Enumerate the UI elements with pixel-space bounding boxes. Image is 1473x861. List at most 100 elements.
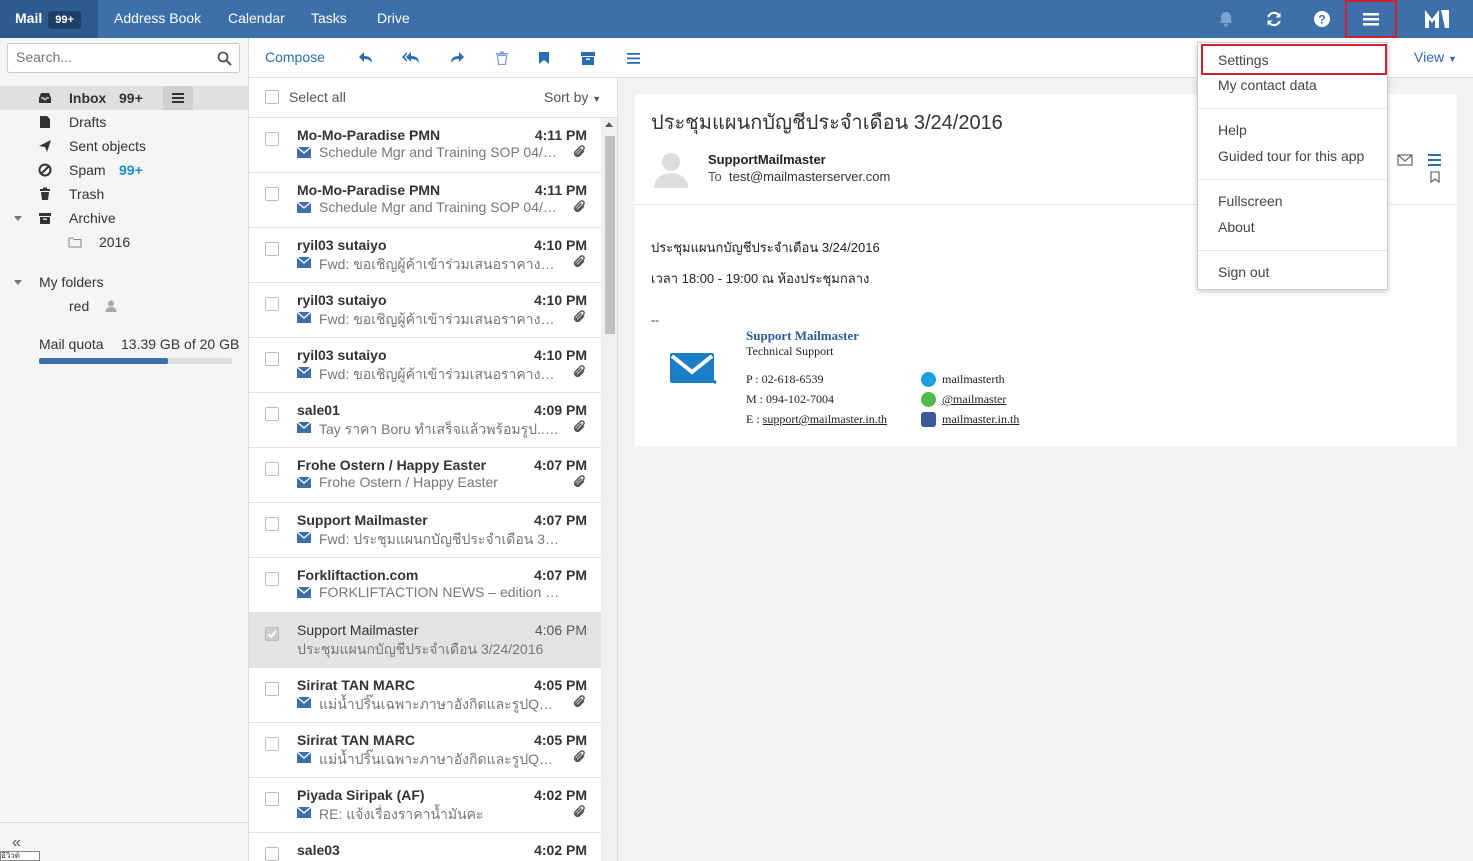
- folder-label: Trash: [69, 186, 105, 202]
- message-row[interactable]: sale03 4:02 PM: [249, 833, 601, 861]
- list-icon[interactable]: [1428, 154, 1441, 166]
- my-folders-section[interactable]: My folders: [0, 270, 248, 294]
- folder-sent[interactable]: Sent objects: [0, 134, 248, 158]
- message-row[interactable]: Mo-Mo-Paradise PMN 4:11 PM Schedule Mgr an…: [249, 173, 601, 228]
- inbox-options-button[interactable]: [163, 86, 193, 110]
- signature-email-row: E : support@mailmaster.in.th: [746, 412, 887, 427]
- message-checkbox[interactable]: [265, 682, 279, 696]
- search-input[interactable]: [16, 49, 211, 65]
- message-checkbox[interactable]: [265, 407, 279, 421]
- compose-button[interactable]: Compose: [265, 49, 325, 65]
- message-subject: Fwd: ประชุมแผนกบัญชีประจำเดือน 3/24/2016: [319, 531, 561, 547]
- message-checkbox[interactable]: [265, 847, 279, 861]
- folder-inbox[interactable]: Inbox 99+: [0, 86, 248, 110]
- list-scrollbar[interactable]: [601, 118, 617, 861]
- mail-subject: ประชุมแผนกบัญชีประจำเดือน 3/24/2016: [651, 112, 1003, 134]
- folder-archive[interactable]: Archive: [0, 206, 248, 230]
- menu-item-about[interactable]: About: [1218, 219, 1255, 235]
- signature-line[interactable]: @mailmaster: [942, 392, 1006, 407]
- delete-button[interactable]: [492, 48, 512, 68]
- menu-item-guided-tour[interactable]: Guided tour for this app: [1218, 148, 1364, 164]
- message-checkbox[interactable]: [265, 572, 279, 586]
- folder-2016[interactable]: 2016: [0, 230, 248, 254]
- menu-divider: [1198, 179, 1387, 180]
- app-address-book[interactable]: Address Book: [114, 0, 201, 38]
- message-checkbox[interactable]: [265, 792, 279, 806]
- help-button[interactable]: ?: [1305, 0, 1339, 38]
- search-box[interactable]: [7, 43, 240, 73]
- message-checkbox[interactable]: [265, 517, 279, 531]
- expand-caret-icon[interactable]: [14, 216, 22, 221]
- settings-highlight[interactable]: Settings: [1201, 44, 1387, 75]
- signature-email-link[interactable]: support@mailmaster.in.th: [763, 412, 887, 426]
- scroll-up-arrow-icon[interactable]: [605, 122, 613, 127]
- message-time: 4:07 PM: [534, 457, 587, 473]
- menu-item-sign-out[interactable]: Sign out: [1218, 264, 1269, 280]
- folder-red[interactable]: red: [0, 294, 248, 318]
- menu-item-help[interactable]: Help: [1218, 122, 1247, 138]
- paperclip-icon: [573, 310, 585, 323]
- folder-trash[interactable]: Trash: [0, 182, 248, 206]
- message-checkbox[interactable]: [265, 297, 279, 311]
- scroll-thumb[interactable]: [605, 136, 615, 334]
- folder-spam[interactable]: Spam 99+: [0, 158, 248, 182]
- mail-unread-badge: 99+: [48, 11, 81, 29]
- expand-caret-icon[interactable]: [14, 280, 22, 285]
- forward-button[interactable]: [447, 48, 467, 68]
- main-menu-button[interactable]: [1345, 0, 1397, 38]
- inbox-icon: [39, 93, 51, 103]
- signature-facebook-link[interactable]: mailmaster.in.th: [942, 412, 1019, 426]
- message-checkbox[interactable]: [265, 352, 279, 366]
- message-row[interactable]: ryil03 sutaiyo 4:10 PM Fwd: ขอเชิญผู้ค้าเข…: [249, 338, 601, 393]
- refresh-button[interactable]: [1257, 0, 1291, 38]
- message-checkbox[interactable]: [265, 627, 279, 641]
- folder-label: Inbox: [69, 90, 107, 106]
- message-sender: Mo-Mo-Paradise PMN: [297, 182, 441, 198]
- envelope-icon[interactable]: [1397, 154, 1413, 166]
- recipient-address[interactable]: test@mailmasterserver.com: [729, 169, 890, 184]
- notifications-button[interactable]: [1209, 0, 1243, 38]
- message-row[interactable]: Piyada Siripak (AF) 4:02 PM RE: แจ้งเรื่อง…: [249, 778, 601, 833]
- taskbar-tab[interactable]: อีวิวต์: [0, 851, 40, 861]
- message-row[interactable]: Forkliftaction.com 4:07 PM FORKLIFTACTION …: [249, 558, 601, 613]
- message-checkbox[interactable]: [265, 187, 279, 201]
- message-checkbox[interactable]: [265, 242, 279, 256]
- sort-by-label: Sort by: [544, 89, 589, 105]
- select-all-checkbox[interactable]: [265, 90, 279, 104]
- sort-by-dropdown[interactable]: Sort by ▼: [544, 89, 601, 105]
- message-checkbox[interactable]: [265, 132, 279, 146]
- more-actions-button[interactable]: [623, 48, 643, 68]
- app-calendar[interactable]: Calendar: [228, 0, 285, 38]
- search-icon[interactable]: [217, 51, 232, 66]
- bookmark-icon[interactable]: [1430, 171, 1440, 183]
- menu-item-my-contact-data[interactable]: My contact data: [1218, 77, 1317, 93]
- message-time: 4:06 PM: [534, 622, 587, 638]
- select-all-label[interactable]: Select all: [289, 89, 346, 105]
- sender-name[interactable]: SupportMailmaster: [708, 152, 826, 167]
- collapse-sidebar-button[interactable]: «: [12, 834, 21, 852]
- view-dropdown-button[interactable]: View ▼: [1414, 49, 1457, 65]
- app-tasks[interactable]: Tasks: [311, 0, 347, 38]
- message-row[interactable]: ryil03 sutaiyo 4:10 PM Fwd: ขอเชิญผู้ค้าเข…: [249, 228, 601, 283]
- reply-button[interactable]: [356, 48, 376, 68]
- signature-line-link[interactable]: @mailmaster: [942, 392, 1006, 406]
- message-checkbox[interactable]: [265, 737, 279, 751]
- folder-drafts[interactable]: Drafts: [0, 110, 248, 134]
- menu-item-fullscreen[interactable]: Fullscreen: [1218, 193, 1283, 209]
- message-row[interactable]: ryil03 sutaiyo 4:10 PM Fwd: ขอเชิญผู้ค้าเข…: [249, 283, 601, 338]
- reply-all-button[interactable]: [401, 48, 421, 68]
- message-row[interactable]: sale01 4:09 PM Tay ราคา Boru ทำเสร็จแล้วพร…: [249, 393, 601, 448]
- app-mail[interactable]: Mail 99+: [0, 0, 98, 38]
- message-checkbox[interactable]: [265, 462, 279, 476]
- message-row[interactable]: Frohe Ostern / Happy Easter 4:07 PM Frohe …: [249, 448, 601, 503]
- message-row[interactable]: Mo-Mo-Paradise PMN 4:11 PM Schedule Mgr an…: [249, 118, 601, 173]
- message-row[interactable]: Support Mailmaster 4:06 PM ประชุมแผนกบัญชี…: [249, 613, 601, 668]
- archive-button[interactable]: [578, 48, 598, 68]
- message-row[interactable]: Sirirat TAN MARC 4:05 PM แม่น้ำปริ๊นเฉพาะภ…: [249, 723, 601, 778]
- app-drive[interactable]: Drive: [377, 0, 410, 38]
- signature-facebook[interactable]: mailmaster.in.th: [942, 412, 1019, 427]
- flag-button[interactable]: [534, 48, 554, 68]
- message-row[interactable]: Support Mailmaster 4:07 PM Fwd: ประชุมแผนก…: [249, 503, 601, 558]
- message-row[interactable]: Sirirat TAN MARC 4:05 PM แม่น้ำปริ๊นเฉพาะภ…: [249, 668, 601, 723]
- menu-item-settings[interactable]: Settings: [1218, 52, 1269, 68]
